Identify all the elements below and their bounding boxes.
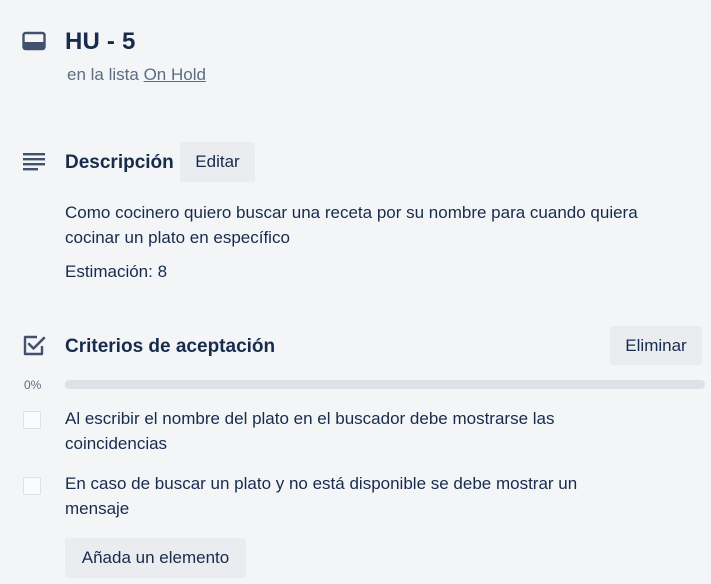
progress-percent: 0% bbox=[24, 378, 42, 392]
description-text[interactable]: Como cocinero quiero buscar una receta p… bbox=[65, 200, 675, 250]
description-title: Descripción bbox=[65, 152, 174, 173]
checklist-item-text[interactable]: Al escribir el nombre del plato en el bu… bbox=[65, 406, 625, 456]
estimate-text: Estimación: 8 bbox=[65, 262, 168, 281]
list-prefix: en la lista bbox=[67, 65, 139, 84]
card-icon bbox=[22, 30, 46, 54]
checklist-progress-bar bbox=[65, 380, 705, 389]
edit-description-button[interactable]: Editar bbox=[180, 142, 255, 182]
add-item-button[interactable]: Añada un elemento bbox=[65, 538, 246, 578]
card-title: HU - 5 bbox=[65, 28, 136, 55]
checklist-item-checkbox[interactable] bbox=[23, 411, 41, 429]
checklist-item-checkbox[interactable] bbox=[23, 477, 41, 495]
delete-checklist-button[interactable]: Eliminar bbox=[610, 326, 702, 365]
list-info: en la lista On Hold bbox=[67, 65, 206, 85]
list-link[interactable]: On Hold bbox=[144, 65, 206, 84]
checklist-title[interactable]: Criterios de aceptación bbox=[65, 336, 275, 358]
checklist-item-text[interactable]: En caso de buscar un plato y no está dis… bbox=[65, 471, 625, 521]
checklist-check-icon bbox=[22, 333, 48, 359]
description-lines-icon bbox=[22, 150, 48, 174]
